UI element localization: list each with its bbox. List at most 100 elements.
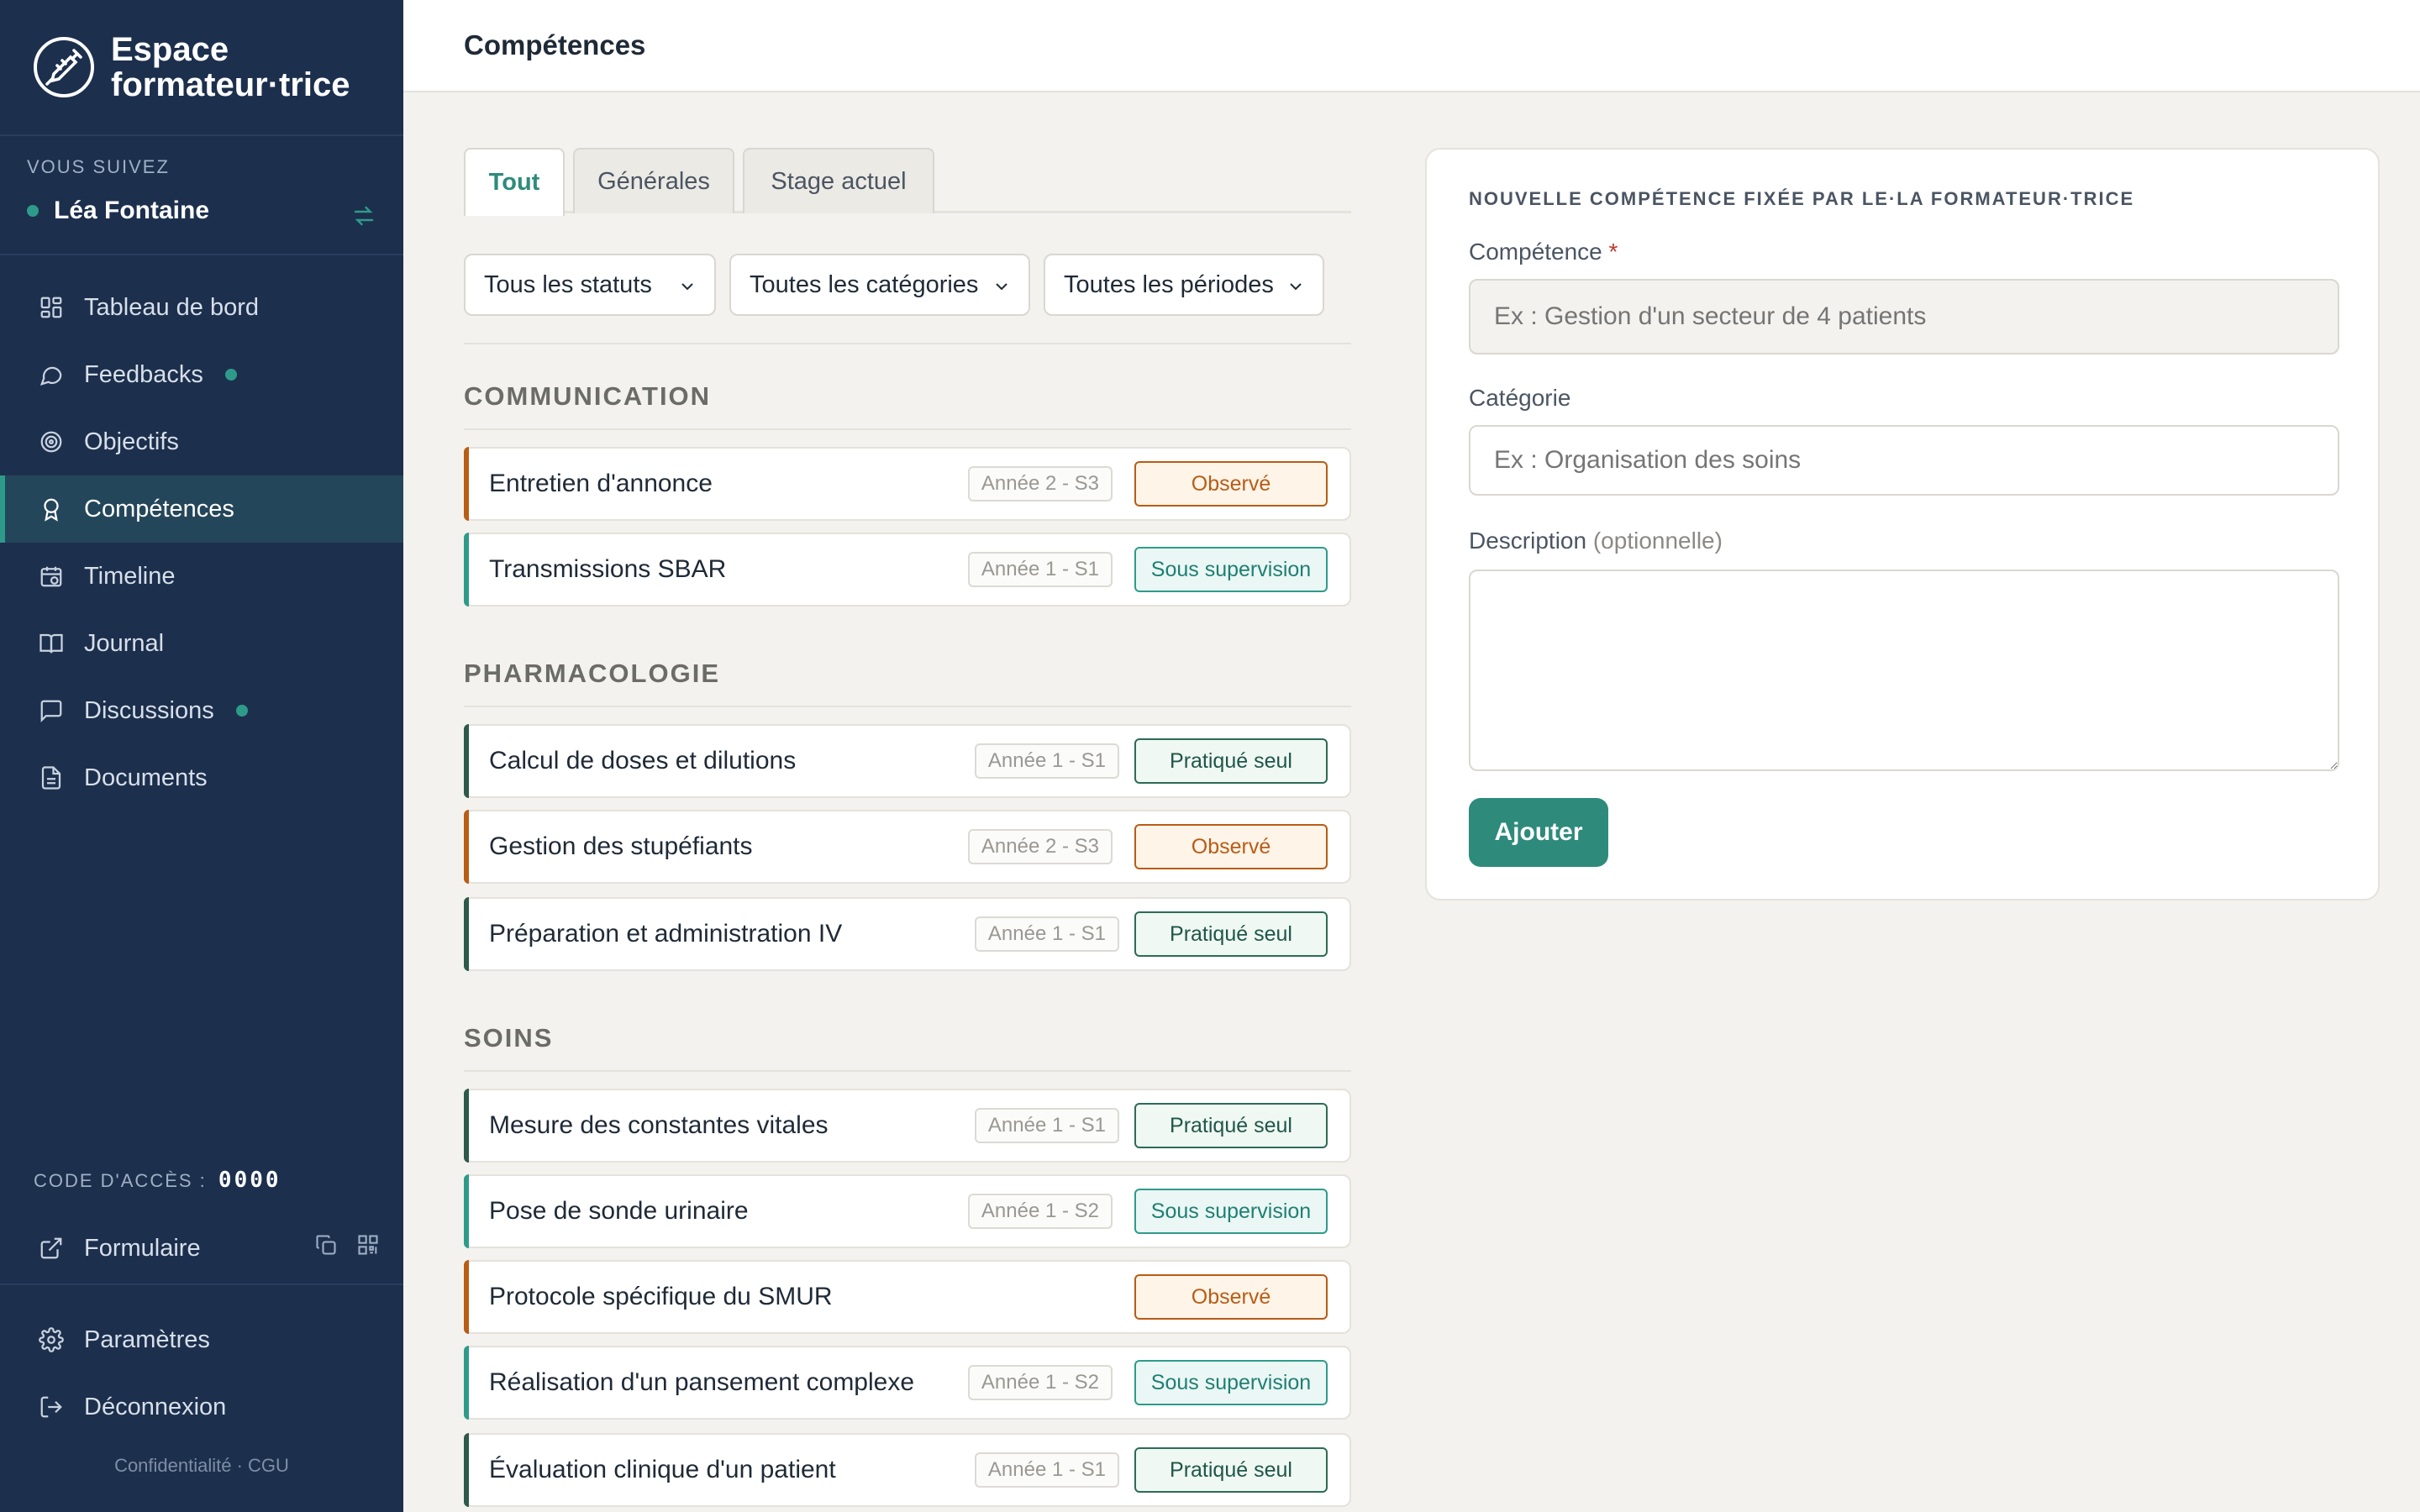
file-icon: [37, 764, 66, 792]
brand[interactable]: Espace formateur·trice: [0, 0, 403, 136]
sidebar: Espace formateur·trice VOUS SUIVEZ Léa F…: [0, 0, 403, 1512]
competence-row[interactable]: Calcul de doses et dilutions Année 1 - S…: [464, 724, 1351, 798]
divider: [0, 1284, 403, 1285]
period-filter[interactable]: Toutes les périodes: [1044, 254, 1324, 316]
status-filter[interactable]: Tous les statuts: [464, 254, 716, 316]
divider: [464, 706, 1351, 707]
category-title: SOINS: [464, 1023, 554, 1053]
nav-item-feedbacks[interactable]: Feedbacks: [0, 341, 403, 408]
follow-label: VOUS SUIVEZ: [27, 156, 170, 177]
nav-label: Tableau de bord: [84, 293, 259, 321]
qr-code-icon[interactable]: [356, 1233, 380, 1263]
category-input[interactable]: [1469, 425, 2339, 496]
new-competence-form: NOUVELLE COMPÉTENCE FIXÉE PAR LE·LA FORM…: [1425, 148, 2380, 900]
external-link-icon: [37, 1234, 66, 1263]
copy-icon[interactable]: [314, 1233, 338, 1263]
nav-label: Documents: [84, 764, 208, 791]
divider: [464, 343, 1351, 344]
nav-item-competences[interactable]: Compétences: [0, 475, 403, 543]
competence-row[interactable]: Transmissions SBAR Année 1 - S1 Sous sup…: [464, 533, 1351, 606]
description-textarea[interactable]: [1469, 570, 2339, 771]
nav-item-documents[interactable]: Documents: [0, 744, 403, 811]
competence-row[interactable]: Préparation et administration IV Année 1…: [464, 897, 1351, 971]
nav-item-objectives[interactable]: Objectifs: [0, 408, 403, 475]
nav-label: Journal: [84, 629, 165, 657]
page-header: Compétences: [403, 0, 2420, 92]
status-badge: Observé: [1134, 824, 1328, 869]
bottom-nav: Paramètres Déconnexion: [0, 1306, 403, 1441]
gear-icon: [37, 1326, 66, 1354]
chevron-down-icon: [992, 276, 1012, 303]
competence-row[interactable]: Gestion des stupéfiants Année 2 - S3 Obs…: [464, 810, 1351, 884]
access-code-label: CODE D'ACCÈS :: [34, 1170, 207, 1191]
period-badge: Année 2 - S3: [967, 829, 1113, 864]
period-badge: Année 1 - S2: [967, 1365, 1113, 1400]
competence-name: Réalisation d'un pansement complexe: [489, 1368, 915, 1396]
chevron-down-icon: [677, 276, 697, 303]
status-badge: Observé: [1134, 1274, 1328, 1320]
competence-row[interactable]: Réalisation d'un pansement complexe Anné…: [464, 1346, 1351, 1420]
competence-label-text: Compétence: [1469, 239, 1602, 265]
form-link-label: Formulaire: [84, 1234, 201, 1262]
divider: [464, 428, 1351, 430]
access-code: CODE D'ACCÈS : 0000: [34, 1168, 281, 1193]
nav-item-dashboard[interactable]: Tableau de bord: [0, 274, 403, 341]
tab-general[interactable]: Générales: [573, 148, 734, 213]
nav-item-timeline[interactable]: Timeline: [0, 543, 403, 610]
competence-row[interactable]: Protocole spécifique du SMUR Observé: [464, 1260, 1351, 1334]
logout-icon: [37, 1393, 66, 1421]
message-square-icon: [37, 696, 66, 725]
competence-row[interactable]: Mesure des constantes vitales Année 1 - …: [464, 1089, 1351, 1163]
form-link[interactable]: Formulaire: [0, 1218, 403, 1278]
tab-current-internship[interactable]: Stage actuel: [743, 148, 934, 213]
competence-row[interactable]: Entretien d'annonce Année 2 - S3 Observé: [464, 447, 1351, 521]
nav-label: Paramètres: [84, 1326, 210, 1353]
competence-name: Mesure des constantes vitales: [489, 1111, 829, 1139]
calendar-clock-icon: [37, 562, 66, 591]
status-badge: Pratiqué seul: [1134, 738, 1328, 784]
period-badge: Année 1 - S2: [967, 1194, 1113, 1229]
status-badge: Sous supervision: [1134, 1360, 1328, 1405]
nav-item-settings[interactable]: Paramètres: [0, 1306, 403, 1373]
status-badge: Pratiqué seul: [1134, 1447, 1328, 1493]
period-filter-value: Toutes les périodes: [1064, 270, 1274, 298]
period-badge: Année 1 - S1: [967, 552, 1113, 587]
competence-name: Évaluation clinique d'un patient: [489, 1456, 836, 1483]
tab-bar: Tout Générales Stage actuel: [464, 148, 1351, 216]
competence-input[interactable]: [1469, 279, 2339, 354]
syringe-logo-icon: [34, 37, 94, 97]
category-filter[interactable]: Toutes les catégories: [729, 254, 1030, 316]
optional-marker: (optionnelle): [1592, 528, 1723, 554]
required-marker: *: [1608, 239, 1618, 265]
followed-student-name: Léa Fontaine: [54, 197, 210, 224]
competence-row[interactable]: Pose de sonde urinaire Année 1 - S2 Sous…: [464, 1174, 1351, 1248]
switch-student-icon[interactable]: [351, 203, 376, 235]
chat-bubble-icon: [37, 360, 66, 389]
category-filter-value: Toutes les catégories: [750, 270, 979, 298]
period-badge: Année 2 - S3: [967, 466, 1113, 501]
page-title: Compétences: [464, 29, 646, 60]
nav-item-logout[interactable]: Déconnexion: [0, 1373, 403, 1441]
status-badge: Sous supervision: [1134, 547, 1328, 592]
competence-row[interactable]: Évaluation clinique d'un patient Année 1…: [464, 1433, 1351, 1507]
nav-item-discussions[interactable]: Discussions: [0, 677, 403, 744]
category-field-label: Catégorie: [1469, 385, 1571, 411]
status-badge: Sous supervision: [1134, 1189, 1328, 1234]
legal-links[interactable]: Confidentialité · CGU: [0, 1455, 403, 1477]
competence-name: Préparation et administration IV: [489, 920, 843, 948]
nav-label: Timeline: [84, 562, 176, 590]
competence-name: Entretien d'annonce: [489, 470, 713, 497]
nav-label: Objectifs: [84, 428, 179, 455]
tab-all[interactable]: Tout: [464, 148, 565, 216]
add-competence-button[interactable]: Ajouter: [1469, 798, 1608, 867]
nav-item-journal[interactable]: Journal: [0, 610, 403, 677]
unread-dot: [235, 705, 248, 717]
award-icon: [37, 495, 66, 523]
divider: [464, 1070, 1351, 1072]
status-filter-value: Tous les statuts: [484, 270, 652, 298]
description-label-text: Description: [1469, 528, 1587, 554]
period-badge: Année 1 - S1: [974, 1452, 1119, 1488]
brand-line2: formateur·trice: [111, 66, 350, 103]
nav-label: Déconnexion: [84, 1393, 227, 1420]
nav-label: Feedbacks: [84, 360, 203, 388]
